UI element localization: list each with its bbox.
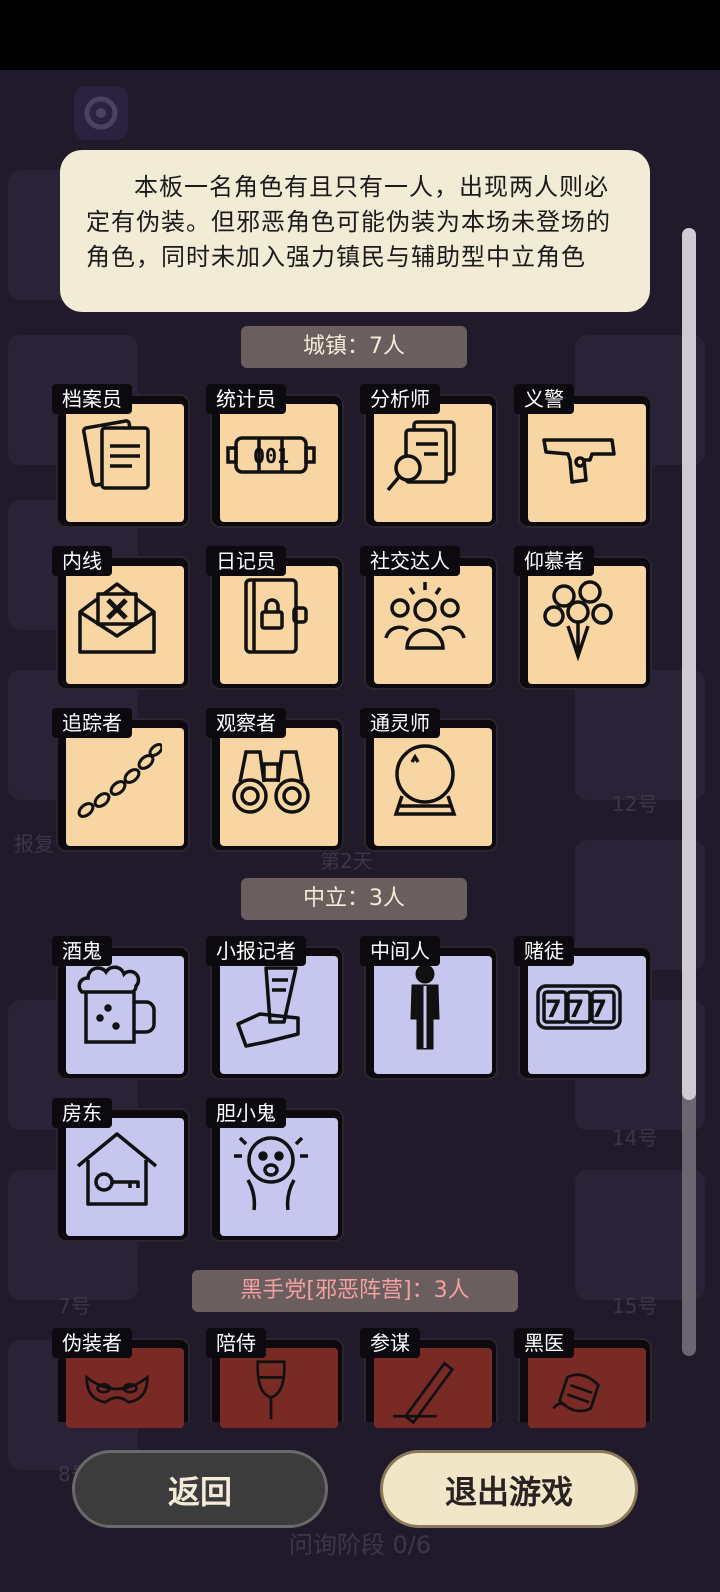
role-name: 日记员: [206, 546, 286, 576]
role-name: 胆小鬼: [206, 1098, 286, 1128]
status-bar: [0, 0, 720, 70]
slot-digits: 777: [545, 995, 613, 1023]
role-card-strategist[interactable]: 参谋: [360, 1328, 498, 1428]
role-card-tracker[interactable]: 追踪者: [52, 708, 190, 852]
counter-digits: 001: [253, 444, 289, 468]
role-card-drunk[interactable]: 酒鬼: [52, 936, 190, 1080]
role-name: 酒鬼: [52, 936, 112, 966]
role-name: 伪装者: [52, 1328, 132, 1358]
role-card-archivist[interactable]: 档案员: [52, 384, 190, 528]
role-card-vigilante[interactable]: 义警: [514, 384, 652, 528]
role-card-escort[interactable]: 陪侍: [206, 1328, 344, 1428]
role-card-admirer[interactable]: 仰慕者: [514, 546, 652, 690]
scrollbar-thumb[interactable]: [682, 228, 696, 1100]
role-card-middleman[interactable]: 中间人: [360, 936, 498, 1080]
rules-info-text: 本板一名角色有且只有一人，出现两人则必定有伪装。但邪恶角色可能伪装为本场未登场的…: [86, 173, 611, 271]
role-card-disguiser[interactable]: 伪装者: [52, 1328, 190, 1428]
role-card-diarist[interactable]: 日记员: [206, 546, 344, 690]
role-card-landlord[interactable]: 房东: [52, 1098, 190, 1242]
beer-mug-icon: [77, 965, 156, 1044]
role-name: 小报记者: [206, 936, 306, 966]
person-icon: [410, 964, 440, 1050]
role-name: 分析师: [360, 384, 440, 414]
envelope-x-icon: [78, 582, 156, 654]
settings-gear-icon[interactable]: [74, 86, 128, 140]
role-card-tabloid-reporter[interactable]: 小报记者: [206, 936, 344, 1080]
role-card-analyst[interactable]: 分析师: [360, 384, 498, 528]
role-name: 义警: [514, 384, 574, 414]
role-card-informant[interactable]: 内线: [52, 546, 190, 690]
role-name: 赌徒: [514, 936, 574, 966]
role-name: 档案员: [52, 384, 132, 414]
role-name: 黑医: [514, 1328, 574, 1358]
counter-icon: 001: [226, 436, 316, 474]
background-label: 12号: [612, 792, 658, 816]
background-label: 报复: [14, 832, 54, 856]
exit-game-button[interactable]: 退出游戏: [380, 1450, 638, 1528]
crystal-ball-icon: [393, 744, 457, 816]
slot-777-icon: 777: [536, 984, 622, 1030]
newspaper-hand-icon: [236, 966, 300, 1048]
mask-icon: [85, 1374, 149, 1404]
documents-icon: [82, 419, 150, 490]
role-name: 陪侍: [206, 1328, 266, 1358]
role-card-gambler[interactable]: 777 赌徒: [514, 936, 652, 1080]
bandage-icon: [552, 1373, 601, 1413]
role-card-socialite[interactable]: 社交达人: [360, 546, 498, 690]
role-card-medium[interactable]: 通灵师: [360, 708, 498, 852]
magnifier-docs-icon: [386, 420, 456, 492]
background-label: 15号: [612, 1294, 658, 1318]
locked-diary-icon: [244, 578, 308, 654]
background-label: 14号: [612, 1126, 658, 1150]
role-name: 房东: [52, 1098, 112, 1128]
role-name: 中间人: [360, 936, 440, 966]
role-name: 参谋: [360, 1328, 420, 1358]
role-name: 通灵师: [360, 708, 440, 738]
role-name: 内线: [52, 546, 112, 576]
crowd-icon: [384, 582, 466, 650]
pen-icon: [393, 1361, 455, 1424]
wine-glass-icon: [256, 1360, 286, 1420]
phase-indicator: 问询阶段 0/6: [288, 1531, 432, 1559]
role-name: 追踪者: [52, 708, 132, 738]
role-name: 社交达人: [360, 546, 460, 576]
scared-face-icon: [234, 1136, 308, 1211]
role-card-statistician[interactable]: 001 统计员: [206, 384, 344, 528]
role-name: 统计员: [206, 384, 286, 414]
house-key-icon: [76, 1132, 158, 1206]
role-name: 仰慕者: [514, 546, 594, 576]
role-card-coward[interactable]: 胆小鬼: [206, 1098, 344, 1242]
section-neutral-label: 中立：3人: [241, 878, 467, 920]
back-button[interactable]: 返回: [72, 1450, 328, 1528]
section-evil-label: 黑手党[邪恶阵营]：3人: [192, 1270, 518, 1312]
role-card-observer[interactable]: 观察者: [206, 708, 344, 852]
role-name: 观察者: [206, 708, 286, 738]
rules-info-box: 本板一名角色有且只有一人，出现两人则必定有伪装。但邪恶角色可能伪装为本场未登场的…: [60, 150, 650, 312]
background-label: 7号: [58, 1294, 91, 1318]
bouquet-icon: [543, 580, 613, 662]
pistol-icon: [542, 438, 616, 484]
binoculars-icon: [232, 750, 310, 814]
role-card-black-doctor[interactable]: 黑医: [514, 1328, 652, 1428]
section-town-label: 城镇：7人: [241, 326, 467, 368]
footprints-icon: [77, 743, 162, 818]
